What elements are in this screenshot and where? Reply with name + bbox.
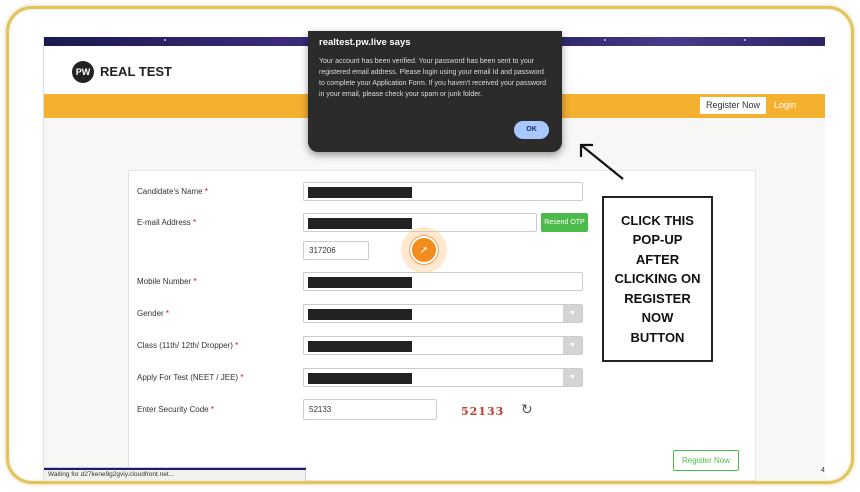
banner-star	[744, 39, 746, 41]
annotation-callout: CLICK THIS POP-UP AFTER CLICKING ON REGI…	[602, 196, 713, 362]
class-label: Class (11th/ 12th/ Dropper) *	[137, 341, 239, 350]
chevron-down-icon[interactable]: ▼	[563, 369, 582, 386]
corner-mark: 4	[821, 467, 825, 474]
status-bar-text: Waiting for d27kene9g2gviy.cloudfront.ne…	[48, 471, 175, 478]
arrow-shaft	[580, 144, 624, 180]
security-code-label: Enter Security Code *	[137, 405, 214, 414]
redacted-value	[308, 218, 412, 229]
gender-select[interactable]: ▼	[303, 304, 583, 323]
dialog-ok-button[interactable]: OK	[514, 121, 549, 139]
register-now-submit-button[interactable]: Register Now	[673, 450, 739, 471]
resend-otp-button[interactable]: Resend OTP	[541, 213, 588, 232]
redacted-value	[308, 373, 412, 384]
redacted-value	[308, 309, 412, 320]
browser-status-bar: Waiting for d27kene9g2gviy.cloudfront.ne…	[44, 467, 306, 481]
redacted-value	[308, 341, 412, 352]
dialog-title: realtest.pw.live says	[319, 37, 411, 48]
apply-test-label: Apply For Test (NEET / JEE) *	[137, 373, 244, 382]
annotation-arrow-icon	[579, 143, 624, 180]
cursor-highlight: ➚	[401, 227, 447, 273]
gender-label: Gender *	[137, 309, 170, 318]
apply-test-select[interactable]: ▼	[303, 368, 583, 387]
redacted-value	[308, 187, 412, 198]
otp-input[interactable]: 317206	[303, 241, 369, 260]
screenshot-frame: PW REAL TEST Register Now Login Candidat…	[6, 6, 854, 484]
pw-logo-icon[interactable]: PW	[72, 61, 94, 83]
chevron-down-icon[interactable]: ▼	[563, 337, 582, 354]
captcha-image: 52133	[461, 405, 505, 418]
email-label: E-mail Address *	[137, 218, 197, 227]
brand-name[interactable]: REAL TEST	[100, 64, 172, 79]
dialog-message: Your account has been verified. Your pas…	[319, 58, 547, 98]
banner-star	[604, 39, 606, 41]
banner-star	[164, 39, 166, 41]
candidate-name-label: Candidate's Name *	[137, 187, 208, 196]
security-code-input[interactable]: 52133	[303, 399, 437, 420]
nav-register-now-button[interactable]: Register Now	[699, 97, 766, 114]
mobile-label: Mobile Number *	[137, 277, 197, 286]
class-select[interactable]: ▼	[303, 336, 583, 355]
mobile-input[interactable]	[303, 272, 583, 291]
redacted-value	[308, 277, 412, 288]
status-bar-accent	[44, 468, 306, 470]
alert-dialog: realtest.pw.live says Your account has b…	[308, 31, 562, 152]
candidate-name-input[interactable]	[303, 182, 583, 201]
refresh-icon[interactable]: ↻	[521, 401, 533, 418]
chevron-down-icon[interactable]: ▼	[563, 305, 582, 322]
mouse-pointer-icon: ➚	[410, 236, 438, 264]
nav-login-link[interactable]: Login	[774, 97, 796, 114]
annotation-text: CLICK THIS POP-UP AFTER CLICKING ON REGI…	[614, 212, 701, 345]
